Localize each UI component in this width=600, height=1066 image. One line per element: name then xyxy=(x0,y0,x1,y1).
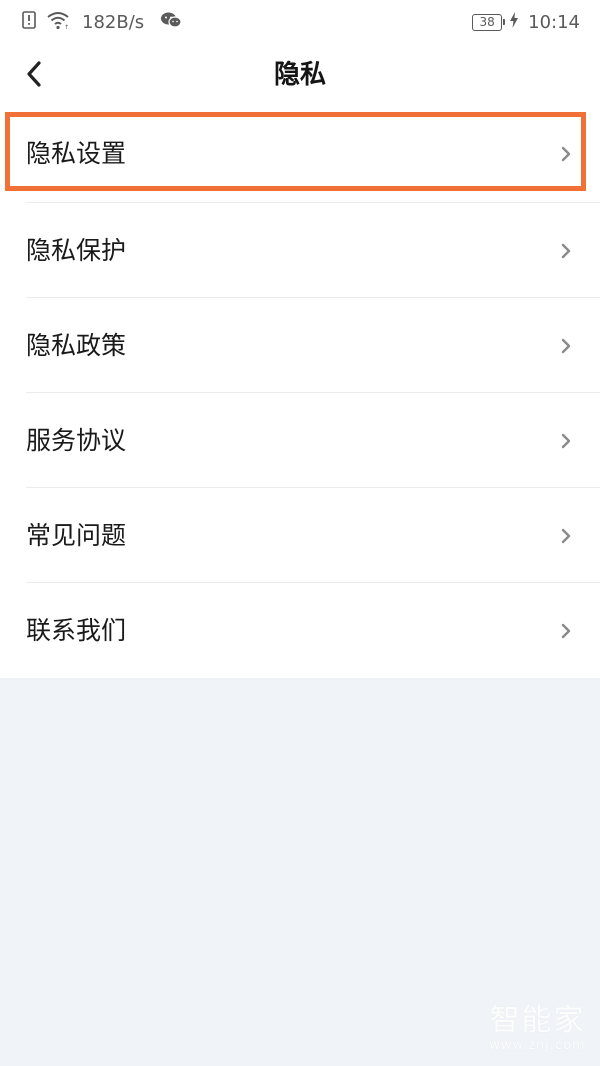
chevron-right-icon xyxy=(561,433,571,449)
chevron-right-icon xyxy=(561,243,571,259)
menu-item-label: 隐私设置 xyxy=(26,139,127,168)
watermark-brand: 智能家 xyxy=(489,1003,586,1038)
sim-alert-icon xyxy=(22,10,36,34)
charging-icon xyxy=(510,11,519,33)
menu-item-faq[interactable]: 常见问题 xyxy=(0,488,600,583)
chevron-right-icon xyxy=(561,623,571,639)
menu-item-label: 常见问题 xyxy=(26,521,127,550)
menu-list: 隐私设置 隐私保护 隐私政策 服务协议 常见问题 联系我们 xyxy=(0,108,600,678)
chevron-right-icon xyxy=(561,146,571,162)
menu-item-privacy-policy[interactable]: 隐私政策 xyxy=(0,298,600,393)
network-speed: 182B/s xyxy=(82,11,145,33)
menu-item-label: 服务协议 xyxy=(26,426,127,455)
battery-icon: 38 xyxy=(472,13,506,31)
menu-item-privacy-settings[interactable]: 隐私设置 xyxy=(0,108,600,203)
status-bar: ↑↓ 182B/s 38 10:14 xyxy=(0,0,600,44)
menu-item-label: 隐私政策 xyxy=(26,331,127,360)
clock: 10:14 xyxy=(528,11,580,33)
svg-text:↑↓: ↑↓ xyxy=(64,24,70,30)
chevron-right-icon xyxy=(561,338,571,354)
menu-item-contact-us[interactable]: 联系我们 xyxy=(0,583,600,678)
menu-item-label: 联系我们 xyxy=(26,616,127,645)
page-title: 隐私 xyxy=(273,60,326,90)
menu-item-label: 隐私保护 xyxy=(26,236,127,265)
chevron-right-icon xyxy=(561,528,571,544)
wifi-icon: ↑↓ xyxy=(46,10,74,35)
watermark: 智能家 www.znj.com xyxy=(485,1004,590,1054)
nav-bar: 隐私 xyxy=(0,44,600,108)
watermark-url: www.znj.com xyxy=(489,1038,586,1053)
status-bar-left: ↑↓ 182B/s xyxy=(22,9,182,35)
menu-item-privacy-protection[interactable]: 隐私保护 xyxy=(0,203,600,298)
menu-item-service-agreement[interactable]: 服务协议 xyxy=(0,393,600,488)
status-bar-right: 38 10:14 xyxy=(472,9,580,35)
wechat-icon xyxy=(160,11,182,34)
